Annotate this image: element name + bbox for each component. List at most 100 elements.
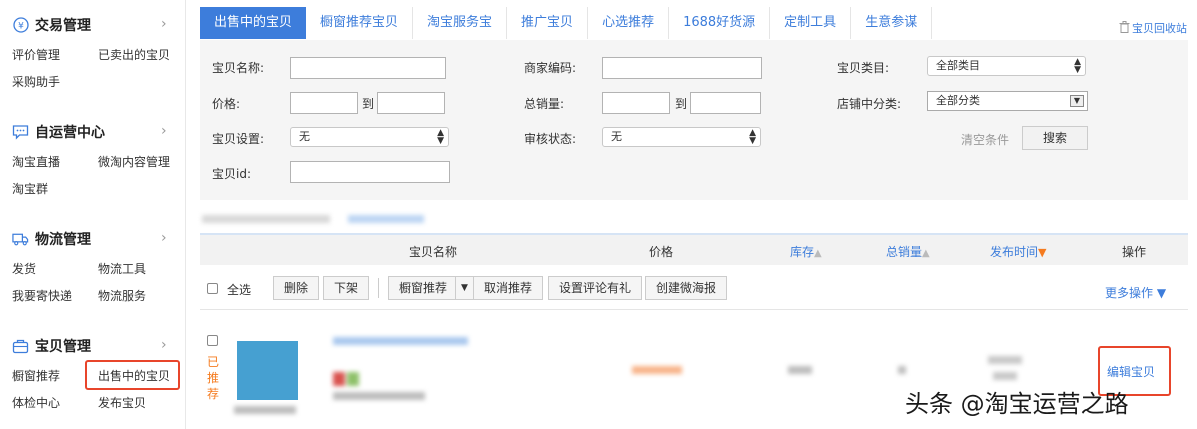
tab-1688[interactable]: 1688好货源 (669, 7, 771, 39)
bulk-action-bar: 全选 删除 下架 橱窗推荐 ▼ 取消推荐 设置评论有礼 创建微海报 更多操作 ▼ (200, 268, 1188, 310)
price-to-label: 到 (362, 97, 375, 111)
header-publish-time[interactable]: 发布时间▼ (990, 243, 1046, 260)
table-header: 宝贝名称 价格 库存▲ 总销量▲ 发布时间▼ 操作 (200, 233, 1188, 265)
shop-category-value: 全部分类 (936, 94, 980, 107)
delete-button[interactable]: 删除 (273, 276, 320, 300)
more-actions-button[interactable]: 更多操作 ▼ (1105, 284, 1166, 301)
recycle-bin-label: 宝贝回收站 (1132, 22, 1187, 35)
sales-to-label: 到 (675, 97, 688, 111)
clear-conditions-button[interactable]: 清空条件 (961, 131, 1009, 148)
cancel-recommend-button[interactable]: 取消推荐 (473, 276, 544, 300)
header-stock-label: 库存 (790, 245, 815, 259)
header-sales[interactable]: 总销量▲ (886, 243, 930, 260)
sidebar-group-label: 宝贝管理 (35, 339, 91, 355)
select-all-checkbox[interactable] (207, 283, 218, 294)
sidebar-group-title[interactable]: 物流管理 (12, 228, 91, 250)
sort-down-icon: ▼ (1038, 246, 1047, 259)
sidebar-group-label: 自运营中心 (35, 125, 105, 141)
sidebar-group-title[interactable]: ¥ 交易管理 (12, 14, 91, 36)
select-arrows-icon: ▲ ▼ (1074, 57, 1081, 75)
sales-max-input[interactable] (690, 92, 761, 114)
merchant-code-label: 商家编码: (524, 61, 577, 75)
sidebar-item-publish[interactable]: 发布宝贝 (98, 394, 146, 411)
sidebar: ¥ 交易管理 › 评价管理 已卖出的宝贝 采购助手 自运营中心 › 淘宝直播 微… (0, 0, 186, 429)
chevron-right-icon[interactable]: › (161, 230, 167, 246)
sort-up-icon: ▲ (814, 248, 822, 259)
tab-custom-tools[interactable]: 定制工具 (770, 7, 852, 39)
sidebar-item-logistics-service[interactable]: 物流服务 (98, 287, 146, 304)
item-name-input[interactable] (290, 57, 446, 79)
sidebar-item-purchase[interactable]: 采购助手 (12, 73, 60, 90)
sidebar-item-logistics-tools[interactable]: 物流工具 (98, 260, 146, 277)
tab-on-sale[interactable]: 出售中的宝贝 (200, 7, 307, 39)
dropdown-arrow-icon: ▼ (1070, 95, 1084, 107)
price-max-input[interactable] (377, 92, 445, 114)
sidebar-item-sold[interactable]: 已卖出的宝贝 (98, 46, 170, 63)
table-row: 已推荐 编辑宝贝 头条 @淘宝运营之路 (200, 312, 1188, 429)
header-stock[interactable]: 库存▲ (790, 243, 822, 260)
sidebar-item-group[interactable]: 淘宝群 (12, 180, 48, 197)
category-label: 宝贝类目: (837, 61, 890, 75)
sidebar-item-live[interactable]: 淘宝直播 (12, 153, 60, 170)
header-operation: 操作 (1122, 245, 1147, 259)
item-id-input[interactable] (290, 161, 450, 183)
sidebar-item-review[interactable]: 评价管理 (12, 46, 60, 63)
item-setting-select[interactable]: 无 ▲ ▼ (290, 127, 449, 147)
product-thumbnail[interactable] (237, 341, 298, 400)
sidebar-item-ship[interactable]: 发货 (12, 260, 36, 277)
header-sales-label: 总销量 (886, 245, 923, 259)
sidebar-item-weitao[interactable]: 微淘内容管理 (98, 153, 170, 170)
tab-bar: 出售中的宝贝 橱窗推荐宝贝 淘宝服务宝 推广宝贝 心选推荐 1688好货源 定制… (200, 7, 933, 39)
review-gift-button[interactable]: 设置评论有礼 (548, 276, 643, 300)
sidebar-group-title[interactable]: 自运营中心 (12, 121, 105, 143)
audit-status-label: 审核状态: (524, 132, 577, 146)
divider (378, 278, 379, 298)
tab-service[interactable]: 淘宝服务宝 (413, 7, 508, 39)
caret-down-icon[interactable]: ▼ (455, 277, 473, 299)
select-arrows-icon: ▲ ▼ (437, 128, 444, 146)
tab-business-advisor[interactable]: 生意参谋 (851, 7, 933, 39)
sales-label: 总销量: (524, 97, 565, 111)
item-setting-value: 无 (299, 130, 310, 143)
filter-panel: 宝贝名称: 商家编码: 宝贝类目: 全部类目 ▲ ▼ 价格: 到 总销量: 到 店… (200, 40, 1188, 200)
select-all-label: 全选 (227, 283, 252, 297)
chevron-right-icon[interactable]: › (161, 16, 167, 32)
chevron-right-icon[interactable]: › (161, 123, 167, 139)
sort-up-icon: ▲ (922, 248, 930, 259)
audit-status-select[interactable]: 无 ▲ ▼ (602, 127, 761, 147)
sales-min-input[interactable] (602, 92, 670, 114)
item-id-label: 宝贝id: (212, 167, 251, 181)
truck-icon (12, 231, 29, 248)
shop-category-select[interactable]: 全部分类 ▼ (927, 91, 1088, 111)
search-button[interactable]: 搜索 (1022, 126, 1088, 150)
merchant-code-input[interactable] (602, 57, 762, 79)
watermark-text: 头条 @淘宝运营之路 (905, 390, 1129, 418)
chevron-right-icon[interactable]: › (161, 337, 167, 353)
sub-tabs-blurred (202, 212, 424, 225)
tab-promote[interactable]: 推广宝贝 (507, 7, 589, 39)
price-min-input[interactable] (290, 92, 358, 114)
header-price: 价格 (649, 245, 674, 259)
recycle-bin-link[interactable]: 宝贝回收站 (1119, 20, 1187, 36)
item-setting-label: 宝贝设置: (212, 132, 265, 146)
svg-text:¥: ¥ (18, 22, 24, 32)
create-poster-button[interactable]: 创建微海报 (645, 276, 728, 300)
price-label: 价格: (212, 97, 241, 111)
sidebar-item-window[interactable]: 橱窗推荐 (12, 367, 60, 384)
tab-window-recommend[interactable]: 橱窗推荐宝贝 (306, 7, 414, 39)
chat-bubble-icon (12, 124, 29, 141)
row-checkbox[interactable] (207, 335, 218, 346)
sidebar-item-checkup[interactable]: 体检中心 (12, 394, 60, 411)
header-publish-time-label: 发布时间 (990, 245, 1039, 259)
category-select[interactable]: 全部类目 ▲ ▼ (927, 56, 1086, 76)
tab-xinxuan[interactable]: 心选推荐 (588, 7, 670, 39)
sidebar-group-label: 交易管理 (35, 18, 91, 34)
edit-item-link[interactable]: 编辑宝贝 (1107, 363, 1155, 380)
sidebar-item-express[interactable]: 我要寄快递 (12, 287, 72, 304)
window-recommend-button[interactable]: 橱窗推荐 ▼ (388, 276, 475, 300)
sidebar-group-title[interactable]: 宝贝管理 (12, 335, 91, 357)
trash-icon (1119, 20, 1132, 36)
main-content: 出售中的宝贝 橱窗推荐宝贝 淘宝服务宝 推广宝贝 心选推荐 1688好货源 定制… (200, 0, 1197, 429)
unlist-button[interactable]: 下架 (323, 276, 370, 300)
shop-category-label: 店铺中分类: (837, 97, 902, 111)
